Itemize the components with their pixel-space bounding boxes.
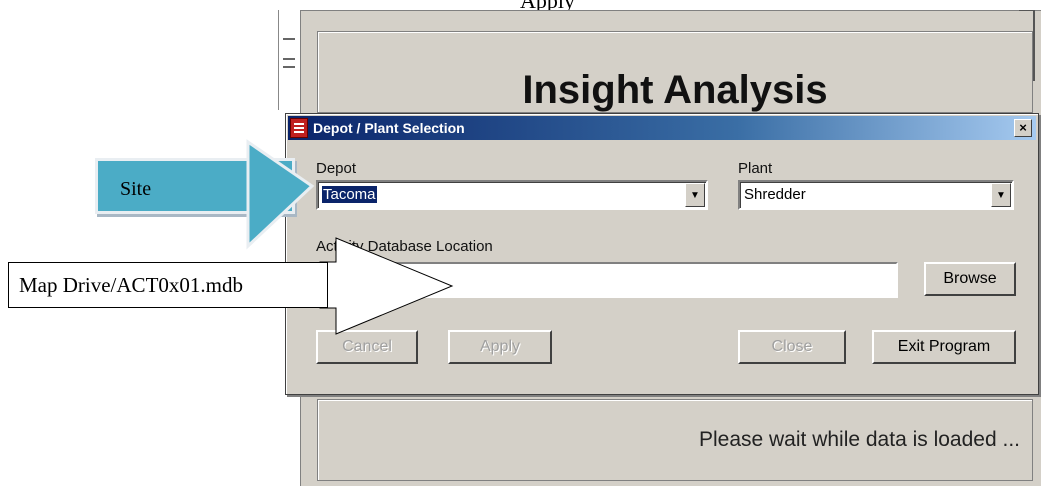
- site-arrow: [246, 139, 315, 250]
- site-callout-label: Site: [120, 178, 152, 200]
- map-arrow: [319, 237, 454, 335]
- map-drive-callout: Map Drive/ACT0x01.mdb: [8, 262, 328, 308]
- annotation-arrows: [246, 139, 454, 335]
